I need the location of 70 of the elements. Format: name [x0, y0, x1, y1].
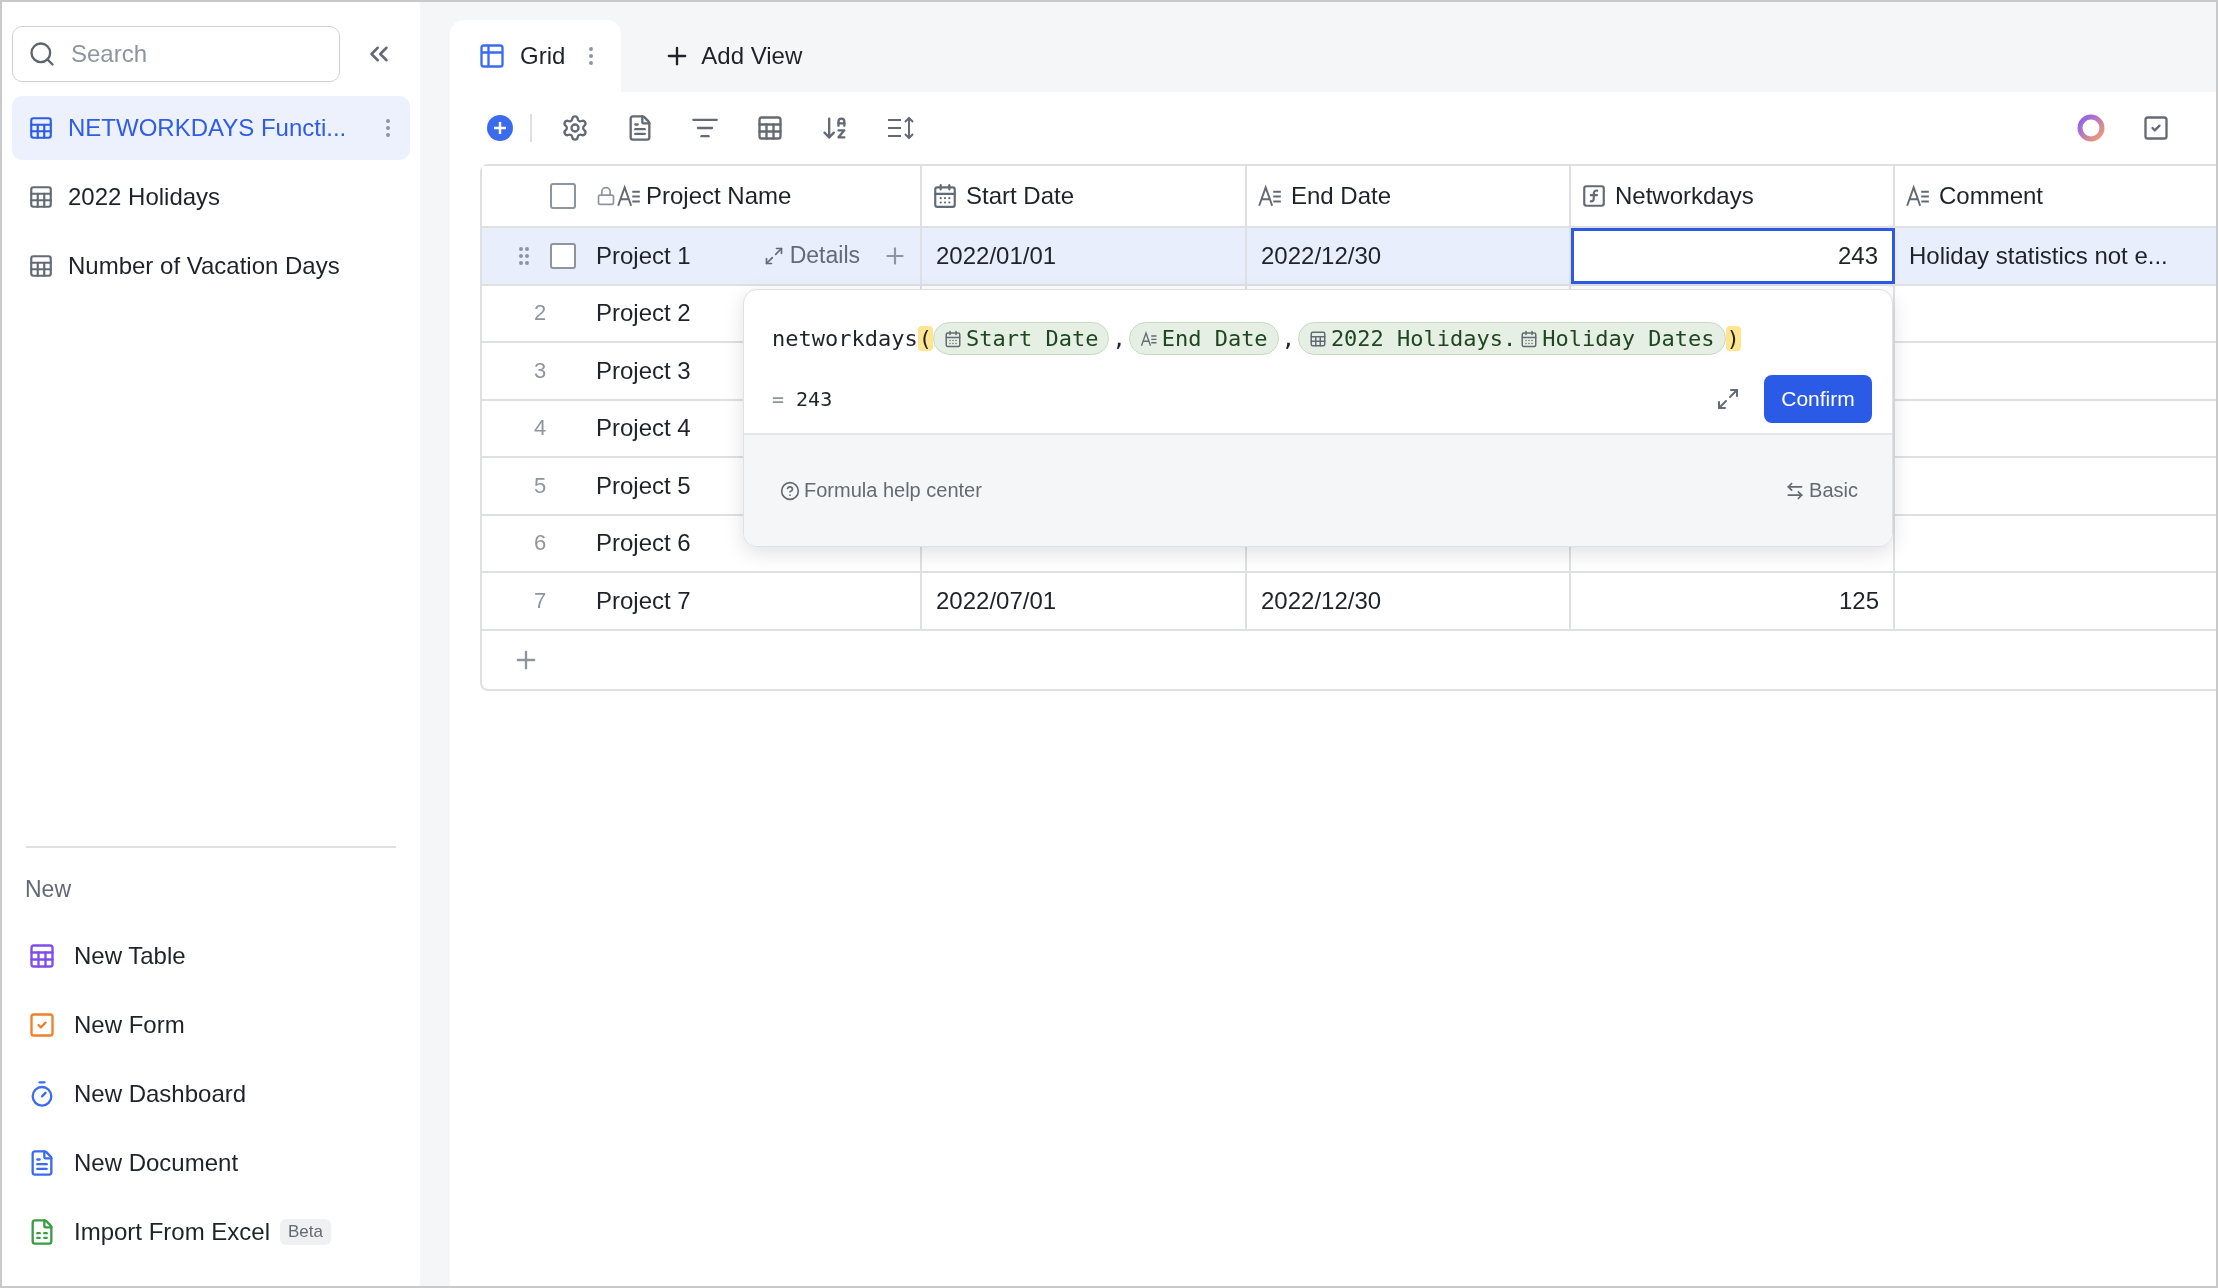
expand-icon — [763, 245, 784, 266]
expand-icon — [1716, 387, 1740, 411]
sidebar-item[interactable]: 2022 Holidays — [12, 165, 410, 229]
confirm-button[interactable]: Confirm — [1764, 375, 1872, 423]
table-cell: 2022/07/01 — [922, 573, 1247, 629]
calendar-icon — [932, 183, 958, 209]
create-menu-item[interactable]: New Form — [12, 990, 410, 1059]
search-field[interactable]: Search — [12, 26, 340, 82]
table-cell: 2022/12/30 — [1247, 573, 1571, 629]
row-checkbox[interactable] — [550, 242, 576, 269]
formula-input[interactable]: networkdays( Start Date , End Date , 2022 Holidays. Holiday Dates ) — [744, 290, 1892, 365]
text-field-icon — [616, 183, 642, 209]
table-cell-text: Project 5 — [595, 470, 692, 501]
create-menu-item[interactable]: New Table — [12, 921, 410, 990]
plus-icon — [486, 114, 514, 142]
row-number: 3 — [532, 357, 548, 384]
table-cell-text: Project 1 — [595, 240, 692, 271]
row-number: 4 — [532, 415, 548, 442]
table-icon — [28, 253, 54, 279]
help-link[interactable]: Formula help center — [780, 479, 982, 502]
column-header[interactable]: Project Name — [646, 182, 792, 210]
table-cell: 243 — [1571, 228, 1895, 284]
create-menu-item[interactable]: New Document — [12, 1128, 410, 1197]
column-header[interactable]: Start Date — [966, 182, 1075, 210]
create-menu-item[interactable]: Import From Excel Beta — [12, 1197, 410, 1266]
gear-icon — [560, 114, 589, 142]
help-icon — [780, 480, 800, 501]
calendar-icon — [943, 329, 962, 348]
details-button[interactable]: Details — [763, 242, 860, 270]
view-tab[interactable]: Grid — [450, 20, 622, 92]
create-menu-item[interactable]: New Dashboard — [12, 1059, 410, 1128]
checkbox-icon — [2141, 114, 2170, 142]
table-cell-text: Project 4 — [595, 413, 692, 444]
table-cell-text: Project 3 — [595, 355, 692, 386]
section-title: New — [24, 876, 72, 903]
beta-badge: Beta — [280, 1218, 331, 1245]
table-icon — [28, 941, 56, 970]
table-icon — [28, 115, 54, 141]
table-cell: 2022/01/01 — [922, 228, 1247, 284]
table-icon — [755, 114, 784, 142]
table-cell-text: Project 2 — [595, 298, 692, 329]
row-number: 2 — [532, 300, 548, 327]
text-field-icon — [1139, 329, 1158, 348]
column-header[interactable]: End Date — [1291, 182, 1392, 210]
mode-switch-button[interactable]: Basic — [1785, 479, 1858, 502]
row-number: 6 — [532, 530, 548, 557]
text-field-icon — [1257, 183, 1283, 209]
text-field-icon — [1905, 183, 1931, 209]
column-header[interactable]: Networkdays — [1615, 182, 1754, 210]
table-icon — [28, 184, 54, 210]
grid-icon — [478, 42, 506, 70]
table-cell: 125 — [1571, 573, 1895, 629]
lock-icon — [596, 186, 616, 206]
sidebar-item[interactable]: NETWORKDAYS Functi... — [12, 96, 410, 160]
calendar-icon — [1520, 329, 1539, 348]
function-icon — [1581, 183, 1607, 209]
table-cell-text: Project 7 — [595, 585, 692, 616]
table-cell: Holiday statistics not e... — [1895, 228, 2216, 284]
row-number: 7 — [532, 587, 548, 614]
table-cell-text: Project 6 — [595, 528, 692, 559]
column-header[interactable]: Comment — [1939, 182, 2044, 210]
formula-result: = 243 — [772, 387, 833, 411]
form-icon — [28, 1010, 56, 1039]
sidebar-item[interactable]: Number of Vacation Days — [12, 234, 410, 298]
row-number: 5 — [532, 472, 548, 499]
add-view-button[interactable]: Add View — [657, 41, 809, 71]
select-all-checkbox[interactable] — [550, 183, 576, 209]
search-icon — [28, 40, 56, 68]
table-icon — [1308, 329, 1327, 348]
ring-icon — [2075, 113, 2106, 143]
